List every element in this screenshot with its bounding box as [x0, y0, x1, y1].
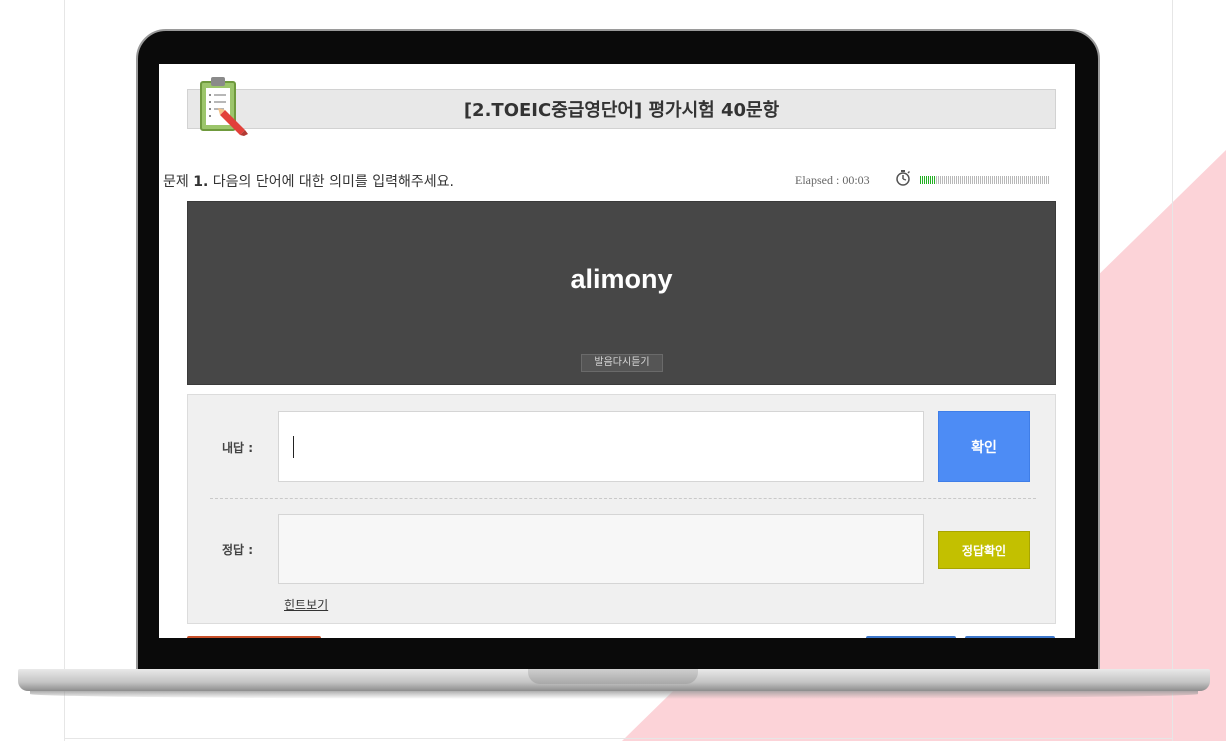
elapsed-time: Elapsed : 00:03	[795, 173, 870, 187]
clipboard-pencil-icon	[200, 77, 248, 136]
stopwatch-icon	[896, 170, 910, 186]
correct-answer-label: 정답 :	[222, 543, 254, 557]
word-card: alimony 발음다시듣기	[187, 201, 1056, 385]
confirm-button[interactable]: 확인	[938, 411, 1030, 482]
correct-answer-box	[278, 514, 924, 584]
listen-again-button[interactable]: 발음다시듣기	[581, 354, 663, 372]
frame-right-line	[1172, 0, 1173, 741]
page: [2.TOEIC중급영단어] 평가시험 40문항 문제 1. 다음의 단어에 대…	[0, 0, 1226, 741]
frame-left-line	[64, 0, 65, 741]
question-number: 1.	[193, 174, 209, 190]
vocabulary-word: alimony	[570, 264, 673, 294]
bottom-right-button-1[interactable]	[866, 636, 956, 638]
check-answer-button[interactable]: 정답확인	[938, 531, 1030, 569]
question-text: 다음의 단어에 대한 의미를 입력해주세요.	[208, 174, 454, 190]
bottom-right-button-2[interactable]	[965, 636, 1055, 638]
laptop-notch	[528, 669, 698, 684]
text-cursor	[293, 436, 294, 458]
title-bar: [2.TOEIC중급영단어] 평가시험 40문항	[187, 89, 1056, 129]
bottom-left-button[interactable]	[187, 636, 321, 638]
hint-link[interactable]: 힌트보기	[284, 596, 328, 613]
laptop-screen: [2.TOEIC중급영단어] 평가시험 40문항 문제 1. 다음의 단어에 대…	[159, 64, 1075, 638]
my-answer-label: 내답 :	[222, 441, 254, 455]
frame-bottom-line	[64, 738, 1173, 739]
answer-panel: 내답 : 확인 정답 : 정답확인 힌트보기	[187, 394, 1056, 624]
question-row: 문제 1. 다음의 단어에 대한 의미를 입력해주세요. Elapsed : 0…	[163, 168, 1049, 190]
question-instruction: 문제 1. 다음의 단어에 대한 의미를 입력해주세요.	[163, 171, 454, 191]
my-answer-input[interactable]	[278, 411, 924, 482]
page-title: [2.TOEIC중급영단어] 평가시험 40문항	[463, 100, 780, 121]
question-prefix: 문제	[163, 174, 194, 190]
time-progress-fill	[920, 176, 936, 184]
dashed-divider	[210, 498, 1036, 499]
time-progress-bar	[920, 176, 1049, 184]
